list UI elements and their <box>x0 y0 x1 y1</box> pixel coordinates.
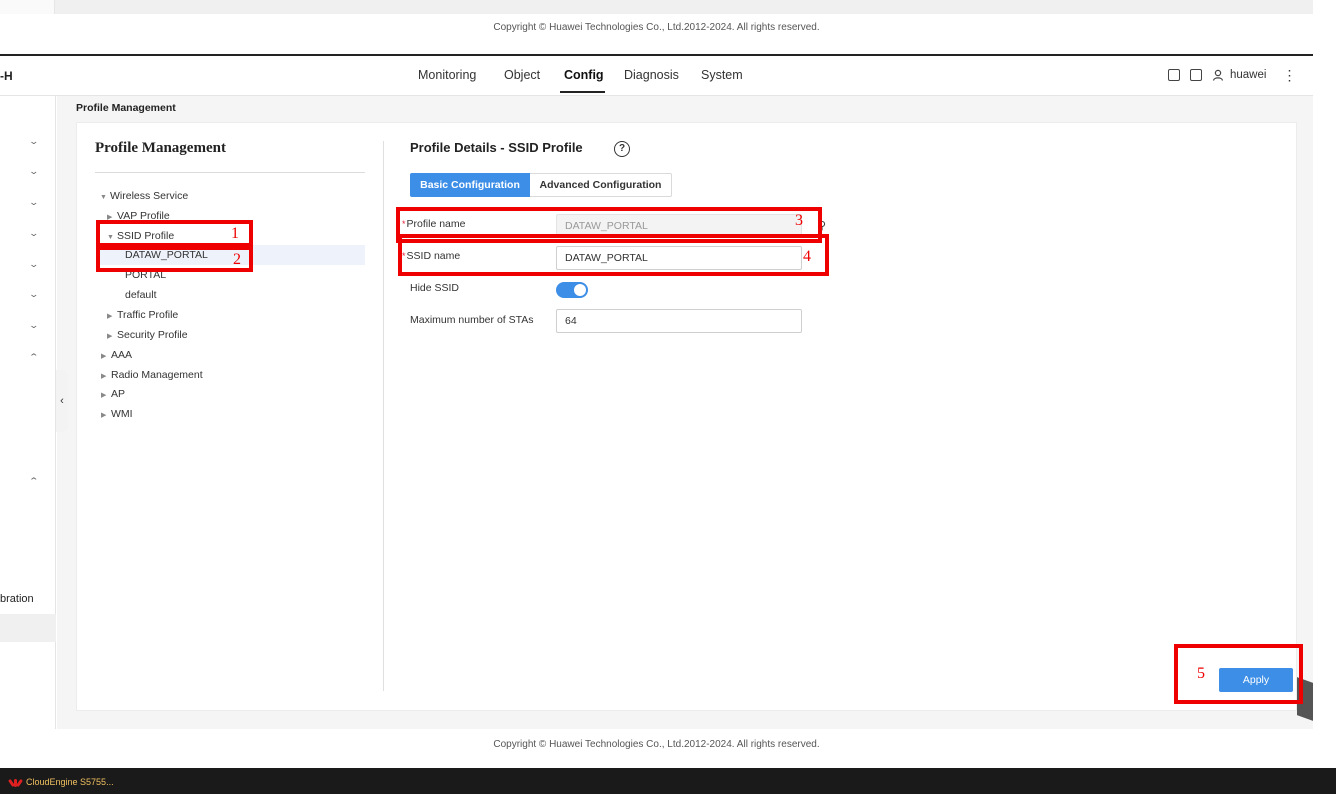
caret-right-icon: ▶ <box>101 353 107 360</box>
user-icon[interactable] <box>1212 69 1224 81</box>
annotation-number-1: 1 <box>231 225 239 242</box>
details-title: Profile Details - SSID Profile <box>410 140 583 155</box>
sidenav-selected-item[interactable] <box>0 614 56 642</box>
tab-object[interactable]: Object <box>504 68 540 82</box>
tree-node-wmi[interactable]: ▶ WMI <box>101 404 133 424</box>
chevron-down-icon[interactable]: ⌄ <box>28 228 39 239</box>
right-gutter <box>1313 0 1336 768</box>
save-icon[interactable] <box>1190 69 1202 81</box>
chevron-up-icon[interactable]: ⌃ <box>28 476 39 487</box>
annotation-box-5 <box>1174 644 1303 704</box>
chevron-down-icon[interactable]: ⌄ <box>28 136 39 147</box>
tree-node-traffic-profile[interactable]: ▶ Traffic Profile <box>107 305 178 325</box>
max-sta-input[interactable] <box>556 309 802 333</box>
header-actions: huawei ⋮ <box>1168 67 1296 83</box>
hide-ssid-label: Hide SSID <box>410 282 460 294</box>
tab-system[interactable]: System <box>701 68 743 82</box>
terminal-icon[interactable] <box>1168 69 1180 81</box>
copyright-top: Copyright © Huawei Technologies Co., Ltd… <box>493 22 820 33</box>
tree-node-ap[interactable]: ▶ AP <box>101 384 125 404</box>
caret-right-icon: ▶ <box>107 333 113 340</box>
caret-right-icon: ▶ <box>107 313 113 320</box>
tab-basic-configuration[interactable]: Basic Configuration <box>410 173 530 197</box>
tree-node-wireless-service[interactable]: ▼ Wireless Service <box>100 186 188 206</box>
top-left-panel <box>0 0 55 14</box>
huawei-logo-icon <box>7 778 24 787</box>
toggle-knob <box>574 284 586 296</box>
tree-node-radio-management[interactable]: ▶ Radio Management <box>101 365 203 385</box>
annotation-number-2: 2 <box>233 251 241 268</box>
annotation-number-3: 3 <box>795 212 803 229</box>
copyright-bottom: Copyright © Huawei Technologies Co., Ltd… <box>493 739 820 750</box>
taskbar <box>0 768 1336 794</box>
tree-node-security-profile[interactable]: ▶ Security Profile <box>107 325 188 345</box>
chevron-down-icon[interactable]: ⌄ <box>28 289 39 300</box>
caret-right-icon: ▶ <box>101 412 107 419</box>
chevron-down-icon[interactable]: ⌄ <box>28 197 39 208</box>
tab-monitoring[interactable]: Monitoring <box>418 68 476 82</box>
more-icon[interactable]: ⋮ <box>1282 67 1296 84</box>
chevron-up-icon[interactable]: ⌃ <box>28 352 39 363</box>
active-tab-indicator <box>560 91 605 93</box>
taskbar-app-item[interactable]: CloudEngine S5755... <box>7 777 114 787</box>
annotation-number-4: 4 <box>803 248 811 265</box>
brand-title: -H <box>0 69 13 83</box>
tree-title: Profile Management <box>95 140 226 156</box>
top-gray-area <box>55 0 1313 14</box>
max-sta-label: Maximum number of STAs <box>410 314 534 326</box>
tab-config[interactable]: Config <box>564 68 604 82</box>
tree-node-default[interactable]: default <box>125 285 157 305</box>
tree-node-aaa[interactable]: ▶ AAA <box>101 345 132 365</box>
sidenav-item-label[interactable]: bration <box>0 593 34 605</box>
tab-advanced-configuration[interactable]: Advanced Configuration <box>530 173 672 197</box>
tree-title-divider <box>95 172 365 173</box>
tab-diagnosis[interactable]: Diagnosis <box>624 68 679 82</box>
chevron-down-icon[interactable]: ⌄ <box>28 320 39 331</box>
hide-ssid-toggle[interactable] <box>556 282 588 298</box>
annotation-number-5: 5 <box>1197 665 1205 682</box>
chevron-down-icon[interactable]: ⌄ <box>28 166 39 177</box>
user-name[interactable]: huawei <box>1230 69 1266 81</box>
help-icon[interactable]: ? <box>614 141 630 157</box>
panel-divider <box>383 141 384 691</box>
breadcrumb: Profile Management <box>76 102 176 114</box>
chevron-left-icon: ‹ <box>60 395 64 407</box>
annotation-box-4 <box>398 234 829 276</box>
caret-right-icon: ▶ <box>101 392 107 399</box>
annotation-box-1 <box>96 220 253 247</box>
chevron-down-icon[interactable]: ⌄ <box>28 259 39 270</box>
collapse-sidebar-button[interactable]: ‹ <box>56 370 68 432</box>
annotation-box-2 <box>96 246 253 272</box>
caret-down-icon: ▼ <box>100 194 107 201</box>
